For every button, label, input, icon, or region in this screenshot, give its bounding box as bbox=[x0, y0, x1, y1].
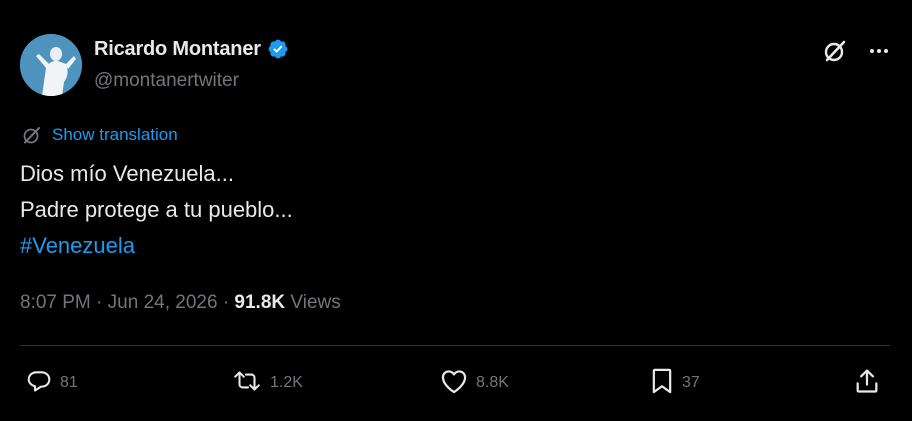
reply-count: 81 bbox=[60, 374, 78, 391]
translation-row: Show translation bbox=[22, 124, 178, 146]
like-count: 8.8K bbox=[476, 374, 509, 391]
grok-icon[interactable] bbox=[822, 38, 848, 69]
hashtag-link[interactable]: #Venezuela bbox=[20, 228, 293, 264]
meta-separator: · bbox=[96, 292, 103, 313]
tweet-meta: 8:07 PM · Jun 24, 2026 · 91.8K Views bbox=[20, 292, 341, 314]
avatar-image bbox=[20, 34, 82, 96]
tweet-line: Padre protege a tu pueblo... bbox=[20, 197, 293, 222]
bookmark-icon bbox=[650, 367, 674, 400]
author-name-row: Ricardo Montaner bbox=[94, 36, 289, 62]
divider bbox=[20, 345, 890, 346]
repost-button[interactable]: 1.2K bbox=[232, 366, 303, 400]
share-button[interactable] bbox=[854, 366, 880, 400]
author-display-name[interactable]: Ricardo Montaner bbox=[94, 38, 261, 61]
tweet-line: Dios mío Venezuela... bbox=[20, 161, 235, 186]
show-translation-link[interactable]: Show translation bbox=[52, 125, 178, 145]
heart-icon bbox=[440, 368, 468, 399]
action-bar: 81 1.2K 8.8K 37 bbox=[0, 366, 912, 400]
more-icon[interactable] bbox=[868, 40, 890, 67]
verified-badge-icon bbox=[267, 38, 289, 60]
share-icon bbox=[854, 367, 880, 400]
tweet-time[interactable]: 8:07 PM bbox=[20, 292, 91, 313]
bookmark-button[interactable]: 37 bbox=[650, 366, 700, 400]
tweet-text: Dios mío Venezuela... Padre protege a tu… bbox=[20, 156, 293, 264]
translate-icon bbox=[22, 125, 42, 145]
avatar[interactable] bbox=[20, 34, 82, 96]
repost-count: 1.2K bbox=[270, 374, 303, 391]
author-handle[interactable]: @montanertwiter bbox=[94, 70, 239, 92]
repost-icon bbox=[232, 368, 262, 399]
tweet-date[interactable]: Jun 24, 2026 bbox=[108, 292, 218, 313]
views-count: 91.8K bbox=[234, 292, 286, 313]
reply-icon bbox=[26, 368, 52, 399]
views-label: Views bbox=[290, 292, 341, 313]
bookmark-count: 37 bbox=[682, 374, 700, 391]
like-button[interactable]: 8.8K bbox=[440, 366, 509, 400]
tweet-card: Ricardo Montaner @montanertwiter Show tr… bbox=[0, 0, 912, 421]
reply-button[interactable]: 81 bbox=[26, 366, 78, 400]
meta-separator: · bbox=[222, 292, 230, 313]
top-actions bbox=[822, 38, 890, 69]
